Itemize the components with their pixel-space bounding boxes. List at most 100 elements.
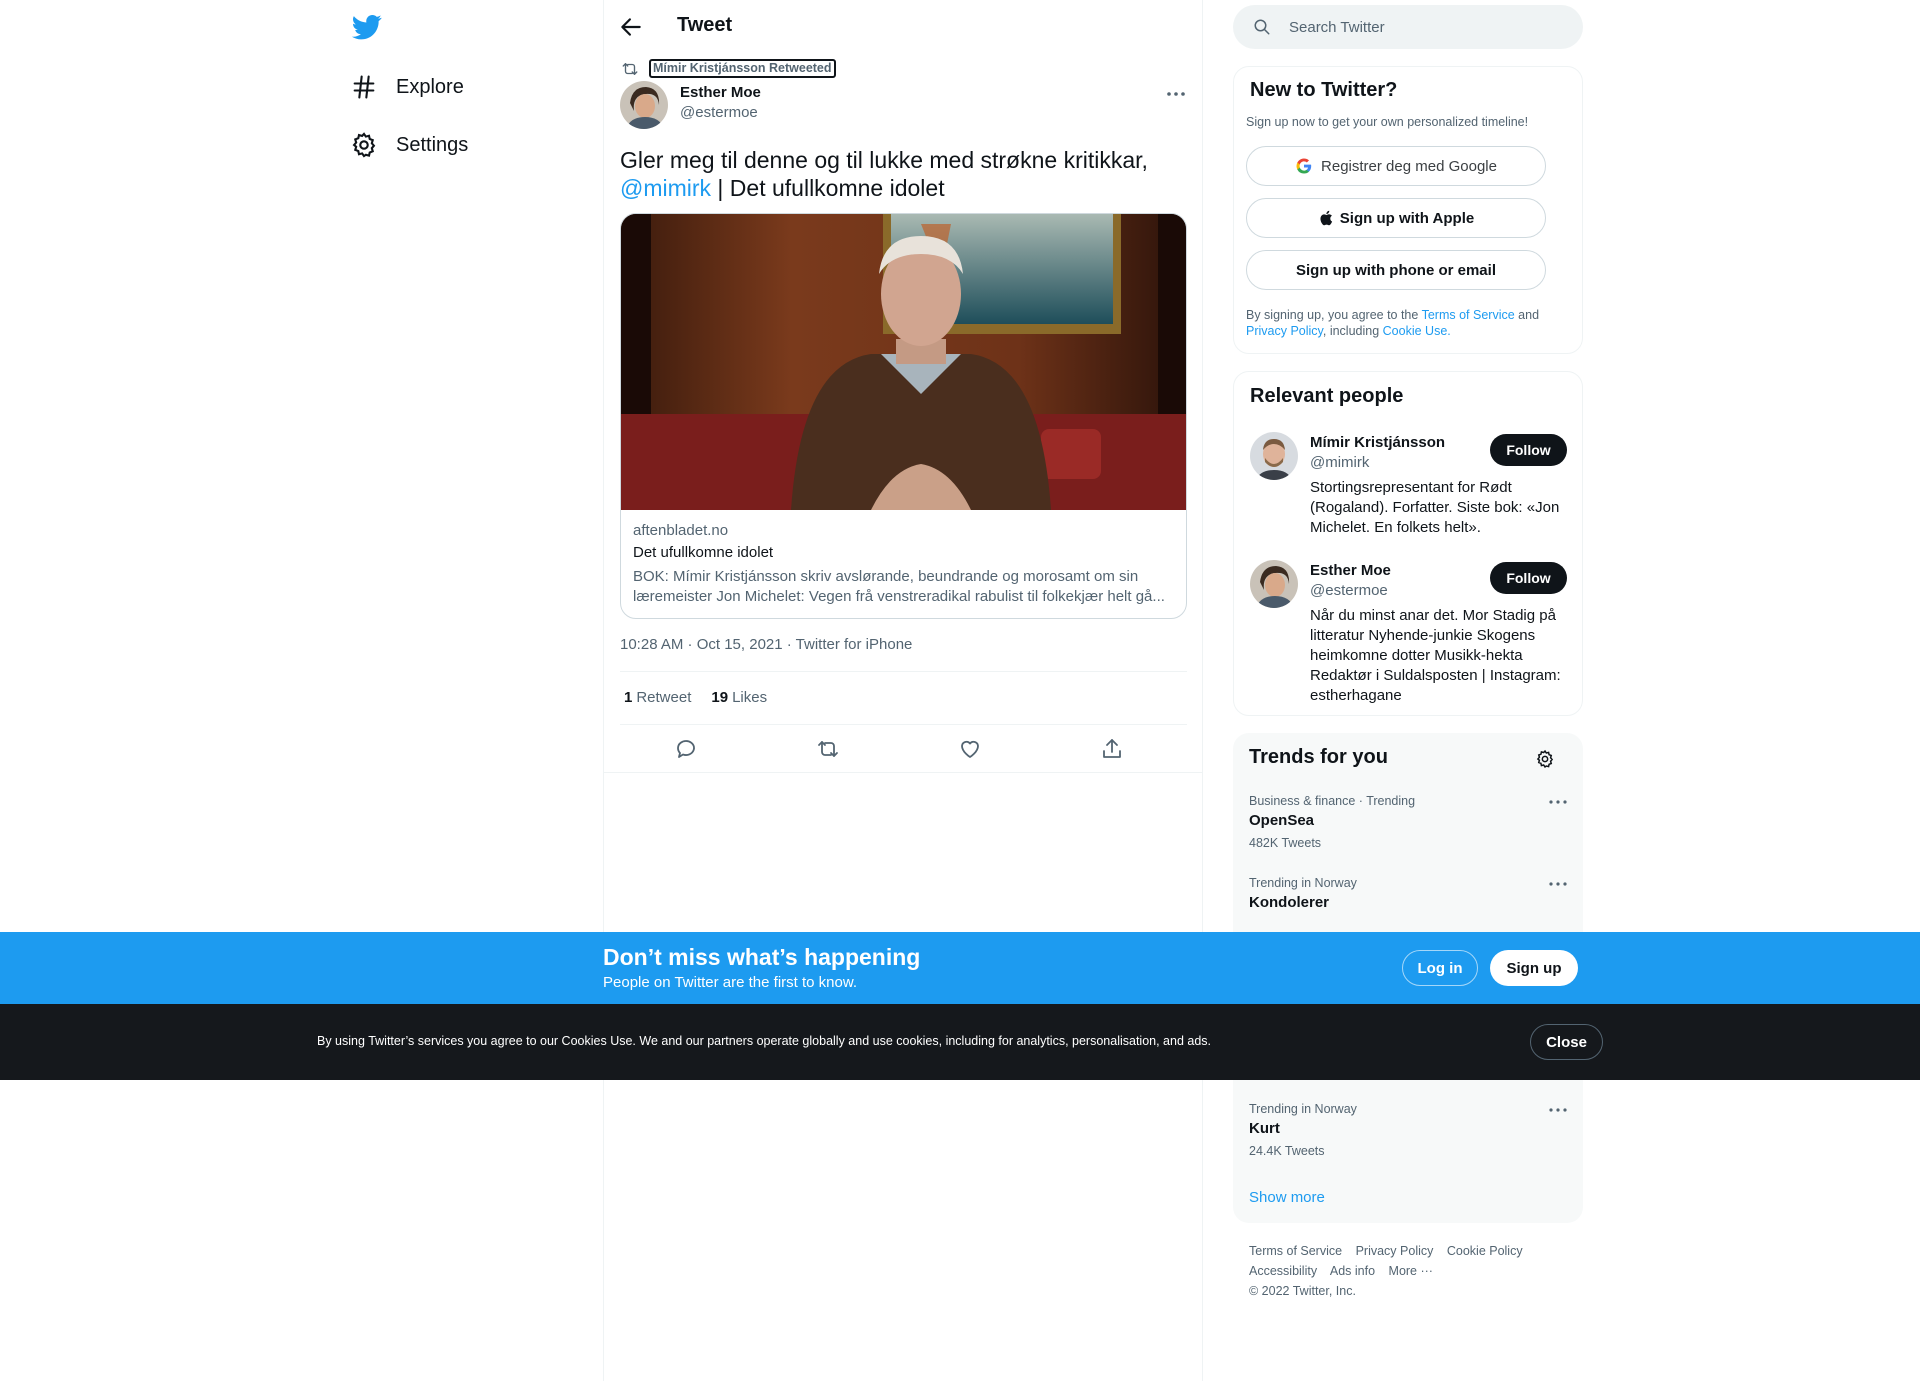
gear-icon bbox=[352, 132, 376, 158]
search-input[interactable] bbox=[1289, 5, 1569, 49]
author-name[interactable]: Esther Moe bbox=[680, 84, 761, 101]
person-bio: Stortingsrepresentant for Rødt (Rogaland… bbox=[1310, 479, 1560, 536]
legal-prefix: By signing up, you agree to the bbox=[1246, 308, 1419, 322]
twitter-logo-icon[interactable] bbox=[350, 12, 384, 42]
trend-item[interactable]: Trending in Norway Kondolerer bbox=[1249, 875, 1569, 913]
footer-privacy-link[interactable]: Privacy Policy bbox=[1356, 1244, 1434, 1258]
footer: Terms of Service Privacy Policy Cookie P… bbox=[1249, 1241, 1579, 1301]
tweet-stats: 1 Retweet 19 Likes bbox=[624, 689, 787, 706]
divider bbox=[604, 772, 1202, 773]
relevant-people-panel: Relevant people Mímir Kristjánsson @mimi… bbox=[1233, 371, 1583, 716]
nav-explore-label: Explore bbox=[396, 75, 464, 98]
tweet-text-part1: Gler meg til denne og til lukke med strø… bbox=[620, 147, 1148, 173]
show-more-link[interactable]: Show more bbox=[1249, 1189, 1325, 1206]
login-button[interactable]: Log in bbox=[1402, 950, 1478, 986]
nav-settings-label: Settings bbox=[396, 133, 469, 156]
apple-signup-button[interactable]: Sign up with Apple bbox=[1246, 198, 1546, 238]
tweet-text-part2: | Det ufullkomne idolet bbox=[711, 175, 945, 201]
retweet-icon bbox=[622, 62, 638, 75]
footer-accessibility-link[interactable]: Accessibility bbox=[1249, 1264, 1317, 1278]
new-to-twitter-title: New to Twitter? bbox=[1250, 79, 1398, 101]
back-arrow-icon[interactable] bbox=[618, 14, 644, 40]
trend-name: Kondolerer bbox=[1249, 894, 1330, 911]
more-options-icon[interactable] bbox=[1164, 84, 1188, 104]
new-to-twitter-panel: New to Twitter? Sign up now to get your … bbox=[1233, 66, 1583, 354]
more-options-icon[interactable] bbox=[1547, 1101, 1569, 1119]
person-name[interactable]: Esther Moe bbox=[1310, 562, 1391, 579]
footer-ads-link[interactable]: Ads info bbox=[1330, 1264, 1375, 1278]
author-avatar[interactable] bbox=[620, 81, 668, 129]
apple-signup-label: Sign up with Apple bbox=[1339, 209, 1475, 227]
retweeted-by: Mímir Kristjánsson Retweeted bbox=[621, 59, 836, 78]
follow-button[interactable]: Follow bbox=[1490, 434, 1567, 466]
mention-link[interactable]: @mimirk bbox=[620, 175, 711, 201]
signup-banner-subtitle: People on Twitter are the first to know. bbox=[603, 974, 858, 991]
likes-label: Likes bbox=[732, 689, 768, 706]
page-title: Tweet bbox=[677, 14, 733, 36]
card-title: Det ufullkomne idolet bbox=[633, 544, 774, 561]
follow-button[interactable]: Follow bbox=[1490, 562, 1567, 594]
search-box bbox=[1233, 5, 1583, 49]
likes-stat[interactable]: 19 Likes bbox=[711, 689, 767, 706]
relevant-people-title: Relevant people bbox=[1250, 385, 1404, 407]
phone-signup-button[interactable]: Sign up with phone or email bbox=[1246, 250, 1546, 290]
trend-name: Kurt bbox=[1249, 1120, 1280, 1137]
card-image bbox=[621, 214, 1186, 510]
retweets-stat[interactable]: 1 Retweet bbox=[624, 689, 691, 706]
new-to-twitter-subtitle: Sign up now to get your own personalized… bbox=[1246, 115, 1529, 129]
retweet-action-icon[interactable] bbox=[816, 737, 840, 761]
tweet-timestamp[interactable]: 10:28 AM · Oct 15, 2021 · Twitter for iP… bbox=[620, 636, 912, 653]
privacy-link[interactable]: Privacy Policy bbox=[1246, 324, 1323, 338]
signup-banner: Don’t miss what’s happening People on Tw… bbox=[0, 932, 1920, 1004]
link-card[interactable]: aftenbladet.no Det ufullkomne idolet BOK… bbox=[620, 213, 1187, 619]
close-button[interactable]: Close bbox=[1530, 1024, 1603, 1060]
footer-more-link[interactable]: More ··· bbox=[1389, 1264, 1433, 1278]
cookie-text: By using Twitter’s services you agree to… bbox=[317, 1034, 1212, 1048]
person-handle[interactable]: @mimirk bbox=[1310, 454, 1369, 471]
nav-explore[interactable]: Explore bbox=[350, 67, 464, 107]
terms-link[interactable]: Terms of Service bbox=[1422, 308, 1515, 322]
trends-title: Trends for you bbox=[1249, 746, 1388, 768]
card-description: BOK: Mímir Kristjánsson skriv avslørande… bbox=[633, 568, 1165, 605]
trend-meta: Business & finance · Trending bbox=[1249, 794, 1416, 808]
nav-settings[interactable]: Settings bbox=[350, 125, 468, 165]
legal-and: and bbox=[1518, 308, 1540, 322]
footer-cookie-link[interactable]: Cookie Policy bbox=[1447, 1244, 1523, 1258]
cookie-banner: By using Twitter’s services you agree to… bbox=[0, 1004, 1920, 1080]
person-name[interactable]: Mímir Kristjánsson bbox=[1310, 434, 1445, 451]
trend-name: OpenSea bbox=[1249, 812, 1315, 829]
more-options-icon[interactable] bbox=[1547, 793, 1569, 811]
share-icon[interactable] bbox=[1100, 737, 1124, 761]
author-handle[interactable]: @estermoe bbox=[680, 104, 758, 121]
tweet-actions bbox=[620, 737, 1187, 761]
cookie-use-link[interactable]: Cookie Use. bbox=[1383, 324, 1451, 338]
avatar[interactable] bbox=[1250, 432, 1298, 480]
signup-legal: By signing up, you agree to the Terms of… bbox=[1246, 307, 1566, 339]
trends-settings-icon[interactable] bbox=[1535, 749, 1555, 769]
avatar[interactable] bbox=[1250, 560, 1298, 608]
more-options-icon[interactable] bbox=[1547, 875, 1569, 893]
footer-terms-link[interactable]: Terms of Service bbox=[1249, 1244, 1342, 1258]
copyright: © 2022 Twitter, Inc. bbox=[1249, 1284, 1356, 1298]
trend-item[interactable]: Trending in Norway Kurt 24.4K Tweets bbox=[1249, 1101, 1569, 1159]
trend-item[interactable]: Business & finance · Trending OpenSea 48… bbox=[1249, 793, 1569, 851]
trend-count: 482K Tweets bbox=[1249, 836, 1322, 850]
likes-count: 19 bbox=[711, 689, 729, 706]
like-icon[interactable] bbox=[958, 737, 982, 761]
retweeted-by-link[interactable]: Mímir Kristjánsson Retweeted bbox=[649, 59, 836, 78]
tweet-text: Gler meg til denne og til lukke med strø… bbox=[620, 146, 1190, 202]
google-signup-label: Registrer deg med Google bbox=[1321, 157, 1497, 175]
trend-count: 24.4K Tweets bbox=[1249, 1144, 1325, 1158]
signup-button[interactable]: Sign up bbox=[1490, 950, 1578, 986]
divider bbox=[620, 724, 1187, 725]
card-domain: aftenbladet.no bbox=[633, 522, 729, 539]
reply-icon[interactable] bbox=[674, 737, 698, 761]
retweets-label: Retweet bbox=[636, 689, 692, 706]
divider bbox=[620, 671, 1187, 672]
apple-icon bbox=[1320, 210, 1332, 226]
retweets-count: 1 bbox=[624, 689, 633, 706]
signup-banner-title: Don’t miss what’s happening bbox=[603, 944, 921, 970]
person-handle[interactable]: @estermoe bbox=[1310, 582, 1388, 599]
google-signup-button[interactable]: Registrer deg med Google bbox=[1246, 146, 1546, 186]
google-icon bbox=[1296, 158, 1312, 174]
